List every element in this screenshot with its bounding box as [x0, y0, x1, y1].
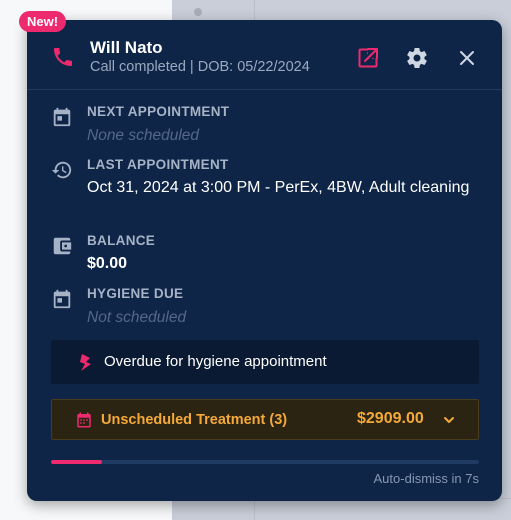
unscheduled-treatment-toggle[interactable]: Unscheduled Treatment (3) $2909.00: [51, 399, 479, 440]
open-external-icon[interactable]: [356, 46, 380, 70]
chevron-down-icon: [444, 417, 454, 423]
gear-icon[interactable]: [405, 46, 429, 70]
balance-label: BALANCE: [87, 233, 156, 248]
history-icon: [51, 161, 72, 179]
unscheduled-treatment-amount: $2909.00: [357, 410, 424, 427]
auto-dismiss-text: Auto-dismiss in 7s: [373, 471, 479, 486]
calendar-icon: [77, 412, 91, 428]
balance-value: $0.00: [87, 255, 128, 272]
popup-header: Will Nato Call completed | DOB: 05/22/20…: [27, 20, 502, 90]
toothbrush-icon: [80, 354, 91, 371]
hygiene-due-value: Not scheduled: [87, 309, 187, 326]
next-appointment-label: NEXT APPOINTMENT: [87, 104, 230, 119]
overdue-hygiene-text: Overdue for hygiene appointment: [104, 353, 327, 370]
calendar-icon: [53, 289, 71, 309]
next-appointment-value: None scheduled: [87, 127, 200, 144]
last-appointment-value: Oct 31, 2024 at 3:00 PM - PerEx, 4BW, Ad…: [87, 179, 470, 196]
background-dot: [194, 8, 202, 16]
auto-dismiss-progress-bar: [51, 460, 479, 464]
call-popup-card: Will Nato Call completed | DOB: 05/22/20…: [27, 20, 502, 501]
overdue-hygiene-alert: Overdue for hygiene appointment: [51, 340, 479, 384]
phone-icon: [54, 48, 72, 66]
unscheduled-treatment-label: Unscheduled Treatment (3): [101, 412, 288, 428]
call-status-dob: Call completed | DOB: 05/22/2024: [90, 59, 310, 75]
caller-name: Will Nato: [90, 38, 163, 57]
calendar-icon: [53, 107, 71, 127]
last-appointment-label: LAST APPOINTMENT: [87, 157, 229, 172]
hygiene-due-label: HYGIENE DUE: [87, 286, 184, 301]
close-icon[interactable]: [455, 46, 479, 70]
new-badge: New!: [19, 11, 67, 32]
auto-dismiss-progress-fill: [51, 460, 103, 464]
wallet-icon: [53, 237, 72, 255]
